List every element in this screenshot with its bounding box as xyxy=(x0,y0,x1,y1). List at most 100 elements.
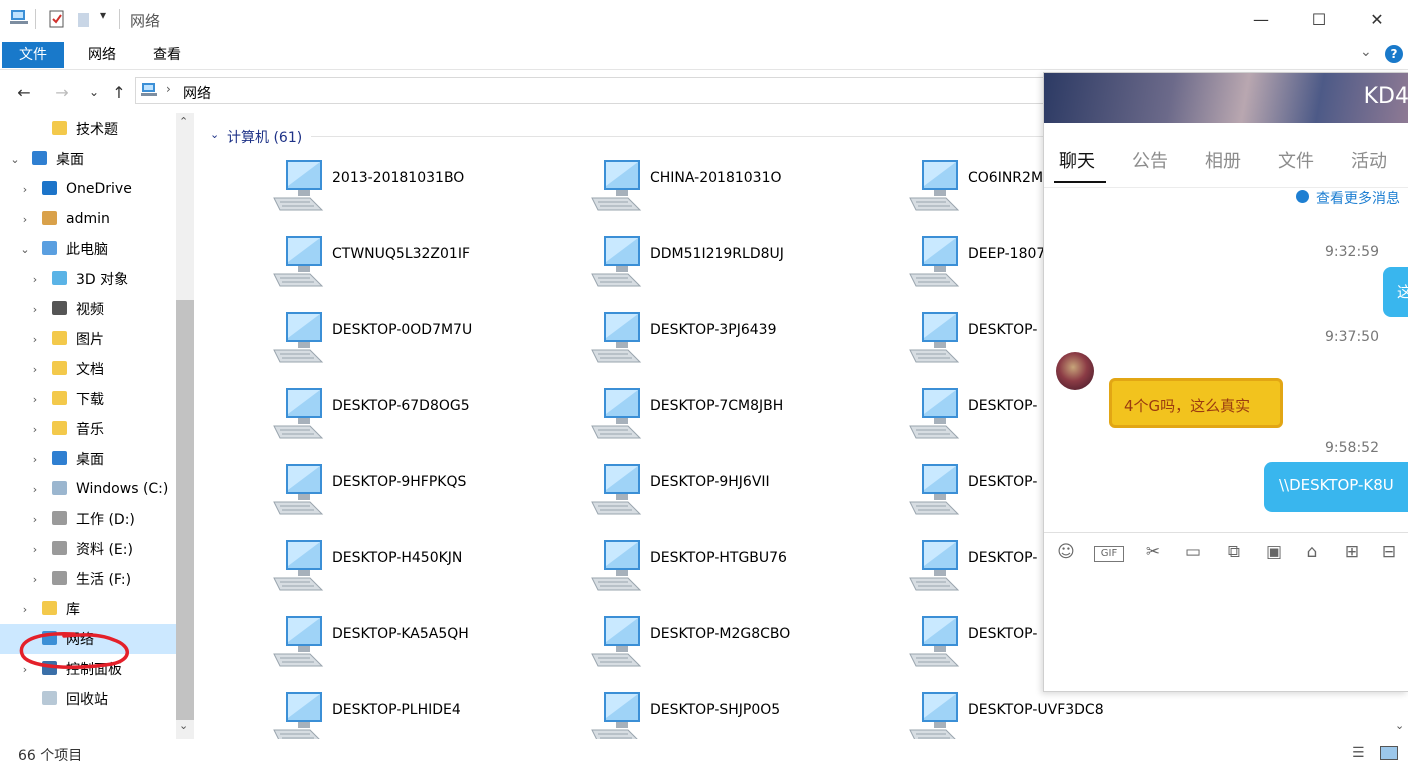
nav-item[interactable]: › 桌面 xyxy=(0,444,176,474)
nav-scrollbar-thumb[interactable] xyxy=(176,300,194,720)
chevron-right-icon[interactable]: › xyxy=(28,333,42,346)
chevron-right-icon[interactable]: › xyxy=(18,213,32,226)
nav-item[interactable]: › 文档 xyxy=(0,354,176,384)
tab-activity[interactable]: 活动 xyxy=(1351,147,1387,173)
chevron-right-icon[interactable]: › xyxy=(28,303,42,316)
gif-icon[interactable]: GIF xyxy=(1094,546,1124,562)
nav-item[interactable]: › 3D 对象 xyxy=(0,264,176,294)
scissors-icon[interactable]: ✂ xyxy=(1141,542,1165,566)
computer-item[interactable]: DDM51I219RLD8UJ xyxy=(588,236,888,312)
new-folder-icon[interactable] xyxy=(77,10,91,28)
tab-file[interactable]: 文件 xyxy=(2,42,64,68)
emoji-icon[interactable]: ☺ xyxy=(1054,542,1078,566)
shop-icon[interactable]: ⌂ xyxy=(1300,542,1324,566)
puzzle-icon[interactable]: ⧉ xyxy=(1222,542,1246,566)
nav-item[interactable]: › admin xyxy=(0,204,176,234)
address-bar[interactable]: › 网络 xyxy=(135,77,1045,104)
nav-item[interactable]: 技术题 xyxy=(0,114,176,144)
computer-item[interactable]: CTWNUQ5L32Z01IF xyxy=(270,236,570,312)
breadcrumb[interactable]: 网络 xyxy=(183,83,211,103)
computer-item[interactable]: DESKTOP-9HFPKQS xyxy=(270,464,570,540)
nav-item[interactable]: › 视频 xyxy=(0,294,176,324)
nav-item[interactable]: › OneDrive xyxy=(0,174,176,204)
computer-item[interactable]: DESKTOP-HTGBU76 xyxy=(588,540,888,616)
scroll-up-icon[interactable]: ⌃ xyxy=(179,115,188,128)
chat-bubble-outgoing[interactable]: \\DESKTOP-K8U xyxy=(1264,462,1408,512)
computer-item[interactable]: DESKTOP-M2G8CBO xyxy=(588,616,888,692)
computer-item[interactable]: DESKTOP-0OD7M7U xyxy=(270,312,570,388)
up-button[interactable]: ↑ xyxy=(107,80,131,104)
nav-item[interactable]: ⌄ 桌面 xyxy=(0,144,176,174)
tab-network[interactable]: 网络 xyxy=(71,42,133,68)
computer-item[interactable]: DESKTOP-67D8OG5 xyxy=(270,388,570,464)
tab-chat[interactable]: 聊天 xyxy=(1059,147,1095,173)
computer-item[interactable]: 2013-20181031BO xyxy=(270,160,570,236)
chevron-right-icon[interactable]: › xyxy=(18,603,32,616)
nav-item[interactable]: ⌄ 此电脑 xyxy=(0,234,176,264)
nav-item[interactable]: › 库 xyxy=(0,594,176,624)
tab-album[interactable]: 相册 xyxy=(1205,147,1241,173)
group-header[interactable]: 计算机 (61) xyxy=(227,127,302,147)
chevron-right-icon[interactable]: › xyxy=(28,543,42,556)
chevron-right-icon[interactable]: › xyxy=(18,183,32,196)
recent-locations-button[interactable]: ⌄ xyxy=(82,80,106,104)
tab-view[interactable]: 查看 xyxy=(136,42,198,68)
image-icon[interactable]: ▣ xyxy=(1262,542,1286,566)
expand-ribbon-icon[interactable]: ⌄ xyxy=(1360,44,1372,60)
computer-item[interactable]: DESKTOP-PLHIDE4 xyxy=(270,692,570,739)
help-icon[interactable]: ? xyxy=(1385,45,1403,63)
collapse-group-icon[interactable]: ⌄ xyxy=(210,128,219,141)
avatar[interactable] xyxy=(1056,352,1094,390)
chevron-right-icon[interactable]: › xyxy=(28,393,42,406)
computer-item[interactable]: DESKTOP-7CM8JBH xyxy=(588,388,888,464)
computer-item[interactable]: DESKTOP-9HJ6VII xyxy=(588,464,888,540)
computer-item[interactable]: CHINA-20181031O xyxy=(588,160,888,236)
computer-item[interactable]: DESKTOP-3PJ6439 xyxy=(588,312,888,388)
nav-item[interactable]: › 图片 xyxy=(0,324,176,354)
archive-icon[interactable]: ⊟ xyxy=(1377,542,1401,566)
computer-item[interactable]: DESKTOP-UVF3DC8 xyxy=(906,692,1206,739)
large-icons-view-icon[interactable] xyxy=(1380,746,1398,760)
maximize-button[interactable]: ☐ xyxy=(1290,0,1348,38)
scroll-down-icon[interactable]: ⌄ xyxy=(1395,719,1404,732)
chevron-right-icon[interactable]: › xyxy=(28,513,42,526)
nav-item-label: Windows (C:) xyxy=(76,481,169,497)
chevron-right-icon[interactable]: › xyxy=(28,423,42,436)
chevron-down-icon[interactable]: ⌄ xyxy=(18,243,32,256)
breadcrumb-separator-icon[interactable]: › xyxy=(166,82,171,96)
tab-announcement[interactable]: 公告 xyxy=(1132,147,1168,173)
computer-item[interactable]: DESKTOP-SHJP0O5 xyxy=(588,692,888,739)
forward-button[interactable]: → xyxy=(50,80,74,104)
back-button[interactable]: ← xyxy=(12,80,36,104)
nav-item[interactable]: › Windows (C:) xyxy=(0,474,176,504)
close-button[interactable]: ✕ xyxy=(1348,0,1406,38)
chevron-right-icon[interactable]: › xyxy=(28,573,42,586)
details-view-icon[interactable]: ☰ xyxy=(1352,745,1365,761)
nav-item[interactable]: › 生活 (F:) xyxy=(0,564,176,594)
nav-item[interactable]: › 资料 (E:) xyxy=(0,534,176,564)
more-messages-link[interactable]: 查看更多消息 xyxy=(1316,188,1400,208)
computer-icon xyxy=(591,312,642,363)
nav-item-label: 库 xyxy=(66,602,80,618)
computer-name: DESKTOP-M2G8CBO xyxy=(650,626,791,642)
folder-icon[interactable]: ▭ xyxy=(1181,542,1205,566)
nav-item[interactable]: 回收站 xyxy=(0,684,176,714)
nav-item[interactable]: › 工作 (D:) xyxy=(0,504,176,534)
computer-item[interactable]: DESKTOP-H450KJN xyxy=(270,540,570,616)
computer-item[interactable]: DESKTOP-KA5A5QH xyxy=(270,616,570,692)
chat-bubble-outgoing[interactable]: 这 xyxy=(1383,267,1408,317)
chevron-right-icon[interactable]: › xyxy=(28,363,42,376)
minimize-button[interactable]: — xyxy=(1232,0,1290,38)
chevron-right-icon[interactable]: › xyxy=(28,273,42,286)
chat-bubble-incoming[interactable]: 4个G吗，这么真实 xyxy=(1109,378,1283,428)
chevron-right-icon[interactable]: › xyxy=(28,453,42,466)
tab-files[interactable]: 文件 xyxy=(1278,147,1314,173)
chevron-right-icon[interactable]: › xyxy=(28,483,42,496)
scroll-down-icon[interactable]: ⌄ xyxy=(179,719,188,732)
properties-icon[interactable] xyxy=(49,10,65,28)
gift-icon[interactable]: ⊞ xyxy=(1340,542,1364,566)
nav-item[interactable]: › 音乐 xyxy=(0,414,176,444)
quick-access-dropdown-icon[interactable]: ▾ xyxy=(100,8,106,22)
nav-item[interactable]: › 下载 xyxy=(0,384,176,414)
chevron-down-icon[interactable]: ⌄ xyxy=(8,153,22,166)
